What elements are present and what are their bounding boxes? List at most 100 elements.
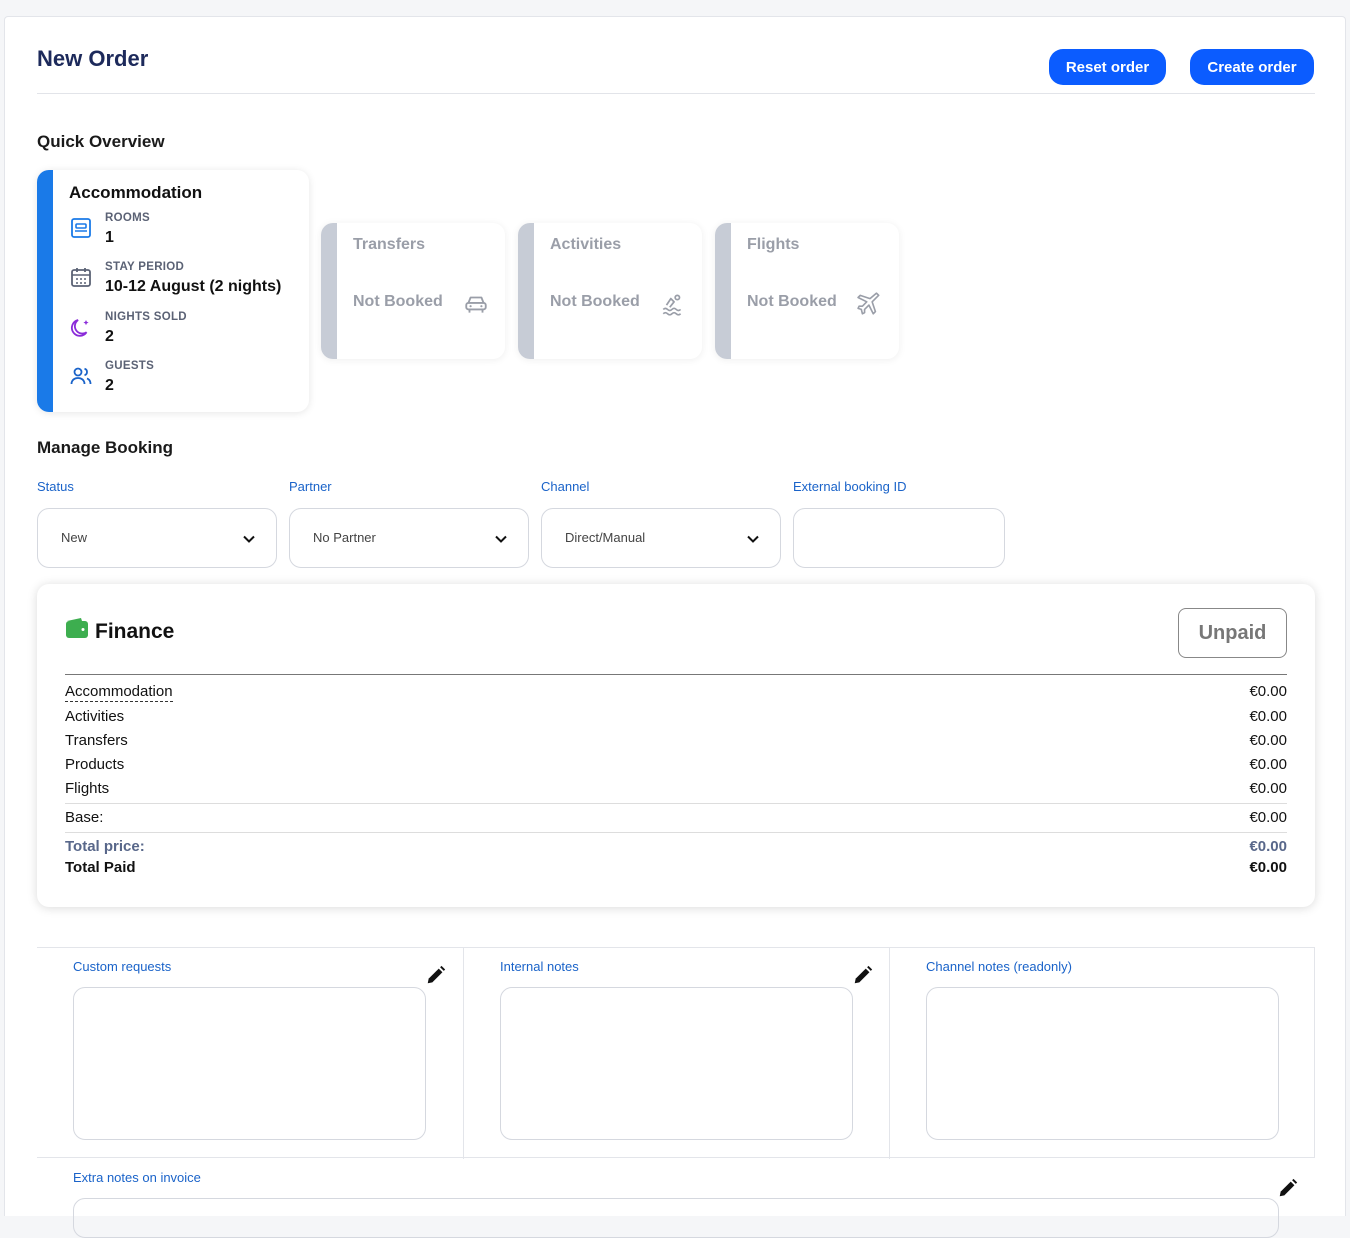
accommodation-accent-bar [37, 170, 53, 412]
flights-accent-bar [715, 223, 731, 359]
stay-period-label: STAY PERIOD [105, 261, 185, 273]
quick-overview-title: Quick Overview [37, 132, 165, 151]
users-icon [70, 367, 92, 385]
total-paid-value: €0.00 [1249, 859, 1287, 876]
extra-notes-textarea[interactable] [73, 1198, 1279, 1238]
channel-select[interactable]: Direct/Manual [541, 508, 781, 568]
total-price-label: Total price: [65, 838, 145, 855]
rooms-label: ROOMS [105, 212, 150, 224]
reset-order-button[interactable]: Reset order [1049, 49, 1166, 85]
nights-sold-row: NIGHTS SOLD 2 [69, 311, 305, 355]
channel-label: Channel [541, 479, 590, 494]
total-paid-label: Total Paid [65, 859, 136, 876]
internal-notes-panel: Internal notes [463, 948, 889, 1159]
base-value: €0.00 [1249, 809, 1287, 826]
finance-row-activities: Activities €0.00 [65, 708, 1287, 728]
rooms-value: 1 [105, 229, 114, 246]
channel-notes-textarea [926, 987, 1279, 1140]
partner-value: No Partner [313, 530, 376, 545]
external-booking-id-input[interactable] [793, 508, 1005, 568]
finance-row-transfers: Transfers €0.00 [65, 732, 1287, 752]
partner-select[interactable]: No Partner [289, 508, 529, 568]
finance-row-base: Base: €0.00 [65, 809, 1287, 829]
swimmer-icon [662, 294, 682, 316]
activities-status: Not Booked [550, 293, 640, 310]
custom-requests-label: Custom requests [73, 959, 172, 974]
page-title: New Order [37, 46, 149, 71]
finance-row-total-price: Total price: €0.00 [65, 838, 1287, 858]
channel-notes-label: Channel notes (readonly) [926, 959, 1072, 974]
finance-row-total-paid: Total Paid €0.00 [65, 859, 1287, 879]
custom-requests-textarea[interactable] [73, 987, 426, 1140]
channel-notes-panel: Channel notes (readonly) [889, 948, 1315, 1159]
internal-notes-label: Internal notes [500, 959, 579, 974]
create-order-button[interactable]: Create order [1190, 49, 1314, 85]
finance-row-value: €0.00 [1249, 708, 1287, 725]
finance-title: Finance [95, 620, 175, 643]
page: New Order Reset order Create order Quick… [4, 16, 1346, 1238]
activities-card[interactable]: Activities Not Booked [518, 223, 702, 359]
custom-requests-panel: Custom requests [37, 948, 463, 1159]
activities-accent-bar [518, 223, 534, 359]
transfers-card[interactable]: Transfers Not Booked [321, 223, 505, 359]
flights-card[interactable]: Flights Not Booked [715, 223, 899, 359]
total-price-value: €0.00 [1249, 838, 1287, 855]
status-value: New [61, 530, 88, 545]
chevron-down-icon [243, 535, 255, 543]
payment-status-button[interactable]: Unpaid [1178, 608, 1287, 658]
rooms-row: ROOMS 1 [69, 212, 305, 256]
channel-value: Direct/Manual [565, 530, 646, 545]
bed-icon [71, 218, 91, 238]
page-header: New Order Reset order Create order [37, 43, 1315, 94]
chevron-down-icon [747, 535, 759, 543]
nights-sold-label: NIGHTS SOLD [105, 311, 187, 323]
finance-divider [65, 832, 1287, 833]
finance-row-label[interactable]: Accommodation [65, 683, 173, 702]
stay-period-value: 10-12 August (2 nights) [105, 278, 282, 295]
calendar-icon [71, 268, 91, 287]
transfers-title: Transfers [353, 236, 426, 253]
finance-row-value: €0.00 [1249, 683, 1287, 700]
internal-notes-textarea[interactable] [500, 987, 853, 1140]
finance-row-label: Flights [65, 780, 110, 797]
finance-row-label: Transfers [65, 732, 128, 749]
finance-row-products: Products €0.00 [65, 756, 1287, 776]
external-booking-id-label: External booking ID [793, 479, 907, 494]
finance-row-value: €0.00 [1249, 780, 1287, 797]
finance-row-label: Products [65, 756, 125, 773]
nights-sold-value: 2 [105, 328, 114, 345]
finance-divider [65, 803, 1287, 804]
status-label: Status [37, 479, 74, 494]
wallet-icon [66, 618, 88, 638]
extra-notes-label: Extra notes on invoice [73, 1170, 201, 1185]
accommodation-title: Accommodation [69, 183, 203, 202]
edit-pencil-icon[interactable] [852, 964, 874, 986]
finance-row-accommodation: Accommodation €0.00 [65, 683, 1287, 703]
moon-icon [70, 319, 89, 337]
chevron-down-icon [495, 535, 507, 543]
finance-row-label: Activities [65, 708, 125, 725]
activities-title: Activities [550, 236, 622, 253]
manage-booking-title: Manage Booking [37, 438, 174, 457]
stay-period-row: STAY PERIOD 10-12 August (2 nights) [69, 261, 305, 305]
accommodation-card[interactable]: Accommodation ROOMS 1 STAY PERIOD 10-12 … [37, 170, 309, 412]
status-select[interactable]: New [37, 508, 277, 568]
partner-label: Partner [289, 479, 332, 494]
guests-label: GUESTS [105, 360, 155, 372]
flights-title: Flights [747, 236, 800, 253]
car-icon [465, 296, 487, 313]
base-label: Base: [65, 809, 104, 826]
finance-row-value: €0.00 [1249, 756, 1287, 773]
finance-row-flights: Flights €0.00 [65, 780, 1287, 800]
plane-icon [857, 292, 880, 315]
guests-value: 2 [105, 377, 114, 394]
finance-divider [65, 674, 1287, 675]
edit-pencil-icon[interactable] [1277, 1177, 1299, 1199]
transfers-status: Not Booked [353, 293, 443, 310]
edit-pencil-icon[interactable] [425, 964, 447, 986]
notes-section: Custom requests Internal notes Channel n… [37, 947, 1315, 1159]
guests-row: GUESTS 2 [69, 360, 305, 404]
finance-row-value: €0.00 [1249, 732, 1287, 749]
transfers-accent-bar [321, 223, 337, 359]
finance-panel: Finance Unpaid Accommodation €0.00 Activ… [37, 584, 1315, 907]
